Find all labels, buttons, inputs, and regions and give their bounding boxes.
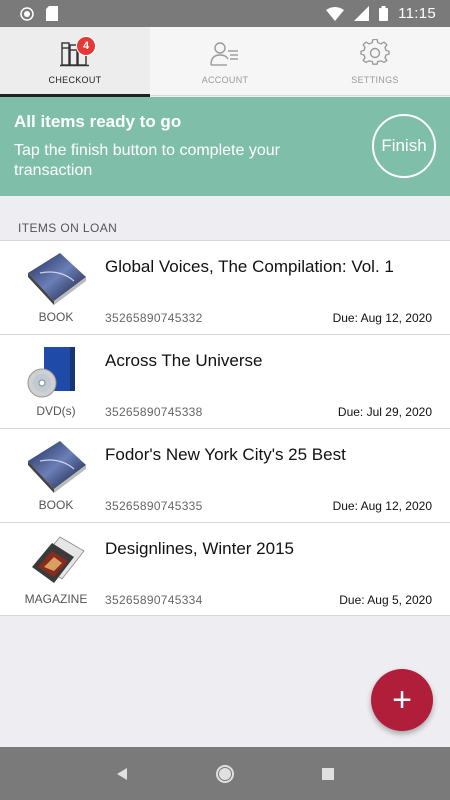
ready-banner: All items ready to go Tap the finish but… <box>0 97 450 196</box>
add-item-button[interactable]: + <box>371 669 433 731</box>
sd-card-icon <box>46 6 58 21</box>
signal-icon <box>354 6 370 21</box>
person-list-icon <box>210 42 238 66</box>
back-button[interactable] <box>110 762 134 786</box>
finish-button[interactable]: Finish <box>372 114 436 178</box>
item-format: BOOK <box>38 310 74 324</box>
circle-icon <box>20 6 34 21</box>
status-bar: 11:15 <box>0 0 450 27</box>
item-title: Across The Universe <box>105 351 263 370</box>
item-due-date: Due: Aug 5, 2020 <box>339 593 432 607</box>
home-button[interactable] <box>213 762 237 786</box>
item-due-date: Due: Aug 12, 2020 <box>332 311 432 325</box>
item-format: DVD(s) <box>36 404 76 418</box>
item-barcode: 35265890745334 <box>105 593 203 607</box>
status-time: 11:15 <box>398 5 436 22</box>
item-barcode: 35265890745335 <box>105 499 203 513</box>
tab-settings[interactable]: SETTINGS <box>300 27 450 96</box>
item-format: BOOK <box>38 498 74 512</box>
item-due-date: Due: Jul 29, 2020 <box>337 405 432 419</box>
tab-account[interactable]: ACCOUNT <box>150 27 300 96</box>
banner-title: All items ready to go <box>14 112 182 131</box>
wifi-icon <box>326 6 345 21</box>
magazine-thumbnail <box>32 536 85 583</box>
list-item[interactable]: BOOK Global Voices, The Compilation: Vol… <box>0 240 450 334</box>
gear-icon <box>360 39 390 65</box>
tab-bar: 4 CHECKOUT ACCOUNT SETTINGS <box>0 27 450 97</box>
item-title: Global Voices, The Compilation: Vol. 1 <box>105 257 394 276</box>
recents-button[interactable] <box>316 762 340 786</box>
item-barcode: 35265890745332 <box>105 311 203 325</box>
battery-icon <box>379 6 389 21</box>
item-barcode: 35265890745338 <box>105 405 203 419</box>
book-thumbnail <box>28 441 86 493</box>
section-header: ITEMS ON LOAN <box>18 221 118 235</box>
item-title: Fodor's New York City's 25 Best <box>105 445 346 464</box>
item-title: Designlines, Winter 2015 <box>105 539 294 558</box>
tab-checkout-label: CHECKOUT <box>48 75 102 85</box>
tab-account-label: ACCOUNT <box>201 75 249 85</box>
back-icon <box>116 767 127 780</box>
banner-message: Tap the finish button to complete your t… <box>14 142 280 179</box>
item-format: MAGAZINE <box>24 592 88 606</box>
item-due-date: Due: Aug 12, 2020 <box>332 499 432 513</box>
home-icon <box>215 764 234 783</box>
dvd-thumbnail <box>27 347 75 398</box>
plus-icon: + <box>392 680 412 719</box>
recents-icon <box>322 767 335 780</box>
list-item[interactable]: DVD(s) Across The Universe 3526589074533… <box>0 334 450 428</box>
system-nav-bar <box>0 747 450 800</box>
tab-settings-label: SETTINGS <box>351 75 399 85</box>
checkout-count-badge: 4 <box>76 36 96 56</box>
book-thumbnail <box>28 253 86 305</box>
list-item[interactable]: BOOK Fodor's New York City's 25 Best 352… <box>0 428 450 522</box>
loan-list: BOOK Global Voices, The Compilation: Vol… <box>0 240 450 616</box>
tab-checkout[interactable]: 4 CHECKOUT <box>0 27 150 97</box>
list-item[interactable]: MAGAZINE Designlines, Winter 2015 352658… <box>0 522 450 616</box>
